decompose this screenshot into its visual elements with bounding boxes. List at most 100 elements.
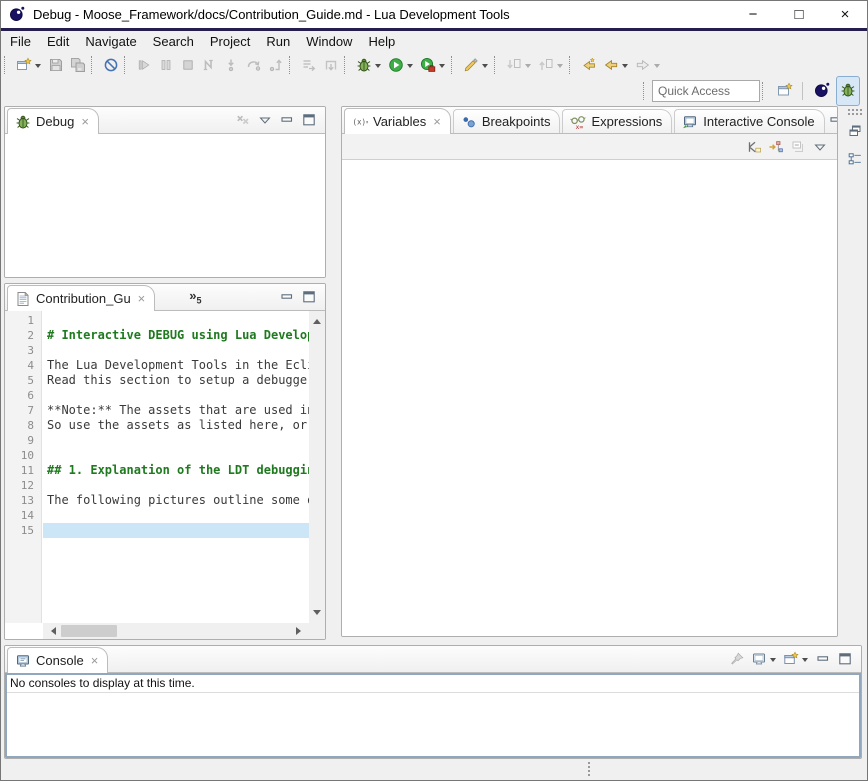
bug-icon [15, 114, 31, 130]
window-close-button[interactable]: × [822, 0, 868, 28]
tab-console[interactable]: Console× [7, 647, 108, 673]
hidden-editors-chevron[interactable]: »5 [189, 288, 201, 306]
forward-dropdown-icon[interactable] [654, 64, 660, 71]
menu-help[interactable]: Help [360, 32, 403, 51]
maximize-button[interactable] [298, 286, 320, 308]
tab-expressions[interactable]: x=Expressions [562, 109, 672, 133]
toggle-mark-occurrences-button[interactable] [460, 53, 492, 77]
new-dropdown-icon[interactable] [35, 64, 41, 71]
tab-debug[interactable]: Debug× [7, 108, 99, 134]
show-type-names-button[interactable] [743, 135, 765, 159]
forward-icon [635, 57, 651, 73]
code-line[interactable] [43, 313, 309, 328]
minimize-button[interactable] [825, 109, 838, 131]
minimize-button[interactable] [276, 109, 298, 131]
code-line[interactable]: Read this section to setup a debugger [43, 373, 309, 388]
code-line-current[interactable] [43, 523, 309, 538]
run-dropdown-icon[interactable] [407, 64, 413, 71]
maximize-button[interactable] [298, 109, 320, 131]
tab-interactive-console[interactable]: Interactive Console [674, 109, 824, 133]
editor-vertical-scrollbar[interactable] [309, 311, 325, 623]
menu-navigate[interactable]: Navigate [77, 32, 144, 51]
menu-window[interactable]: Window [298, 32, 360, 51]
debug-dropdown-icon[interactable] [375, 64, 381, 71]
outline-icon [847, 151, 863, 167]
code-line[interactable]: # Interactive DEBUG using Lua Develop [43, 328, 309, 343]
code-line[interactable]: The following pictures outline some o [43, 493, 309, 508]
editor-horizontal-scrollbar[interactable] [43, 623, 309, 639]
tab-contribution-gu[interactable]: Contribution_Gu× [7, 285, 155, 311]
minimize-button[interactable] [276, 286, 298, 308]
restore-minimized-view-button[interactable] [844, 119, 866, 143]
window-maximize-button[interactable]: □ [776, 0, 822, 28]
run-external-tools-dropdown-icon[interactable] [439, 64, 445, 71]
code-line[interactable] [43, 388, 309, 403]
scroll-left-icon[interactable] [47, 627, 56, 635]
code-line[interactable]: **Note:** The assets that are used in [43, 403, 309, 418]
variables-body[interactable] [342, 160, 837, 636]
logical-structure-icon [768, 139, 784, 155]
open-console-button[interactable] [780, 648, 812, 670]
next-annotation-dropdown-icon[interactable] [525, 64, 531, 71]
tab-variables[interactable]: (x)=Variables× [344, 108, 451, 134]
open-perspective-button[interactable] [773, 76, 797, 106]
tab-close-icon[interactable]: × [138, 294, 146, 304]
menu-file[interactable]: File [2, 32, 39, 51]
scroll-up-icon[interactable] [313, 315, 321, 324]
view-menu-button[interactable] [254, 109, 276, 131]
open-console-dropdown-icon[interactable] [802, 658, 808, 665]
code-line[interactable] [43, 343, 309, 358]
last-edit-location-button[interactable] [578, 53, 600, 77]
minimize-button[interactable] [812, 648, 834, 670]
code-line[interactable]: So use the assets as listed here, or [43, 418, 309, 433]
console-body[interactable]: No consoles to display at this time. [5, 673, 861, 758]
display-selected-console-dropdown-icon[interactable] [770, 658, 776, 665]
menu-project[interactable]: Project [202, 32, 258, 51]
editor-panel: Contribution_Gu× »5 12345678910111213141… [4, 283, 326, 640]
tab-breakpoints[interactable]: Breakpoints [453, 109, 561, 133]
trim-drag-handle[interactable] [848, 109, 862, 115]
open-console-icon [783, 651, 799, 667]
toolbar-group-handle [494, 56, 500, 74]
quick-access-input[interactable] [652, 80, 760, 102]
editor-body[interactable]: 123456789101112131415 # Interactive DEBU… [5, 311, 325, 639]
scroll-right-icon[interactable] [296, 627, 305, 635]
menu-search[interactable]: Search [145, 32, 202, 51]
debug-view-body[interactable] [5, 134, 325, 277]
lua-perspective-button[interactable] [810, 76, 834, 106]
back-dropdown-icon[interactable] [622, 64, 628, 71]
code-line[interactable] [43, 433, 309, 448]
scrollbar-thumb[interactable] [61, 625, 117, 637]
code-area[interactable]: # Interactive DEBUG using Lua Develop The… [43, 311, 309, 623]
tab-close-icon[interactable]: × [81, 117, 89, 127]
display-selected-console-button[interactable] [748, 648, 780, 670]
code-line[interactable] [43, 478, 309, 493]
window-minimize-button[interactable]: − [730, 0, 776, 28]
code-line[interactable]: The Lua Development Tools in the Ecli [43, 358, 309, 373]
new-button[interactable] [13, 53, 45, 77]
restore-icon [847, 123, 863, 139]
view-menu-icon [257, 112, 273, 128]
statusbar-drag-handle[interactable] [588, 762, 590, 776]
toolbar-drag-handle [762, 82, 768, 100]
previous-annotation-dropdown-icon[interactable] [557, 64, 563, 71]
menu-run[interactable]: Run [258, 32, 298, 51]
outline-view-button[interactable] [844, 147, 866, 171]
debug-button[interactable] [353, 53, 385, 77]
scroll-down-icon[interactable] [313, 610, 321, 619]
view-menu-button[interactable] [809, 135, 831, 159]
tab-close-icon[interactable]: × [91, 656, 99, 666]
code-line[interactable] [43, 448, 309, 463]
back-button[interactable] [600, 53, 632, 77]
maximize-button[interactable] [834, 648, 856, 670]
debug-perspective-button[interactable] [836, 76, 860, 106]
run-button[interactable] [385, 53, 417, 77]
code-line[interactable]: ## 1. Explanation of the LDT debuggin [43, 463, 309, 478]
menu-edit[interactable]: Edit [39, 32, 77, 51]
skip-all-breakpoints-button[interactable] [100, 53, 122, 77]
run-external-tools-button[interactable] [417, 53, 449, 77]
tab-close-icon[interactable]: × [433, 117, 441, 127]
show-logical-structure-button[interactable] [765, 135, 787, 159]
code-line[interactable] [43, 508, 309, 523]
toggle-mark-occurrences-dropdown-icon[interactable] [482, 64, 488, 71]
